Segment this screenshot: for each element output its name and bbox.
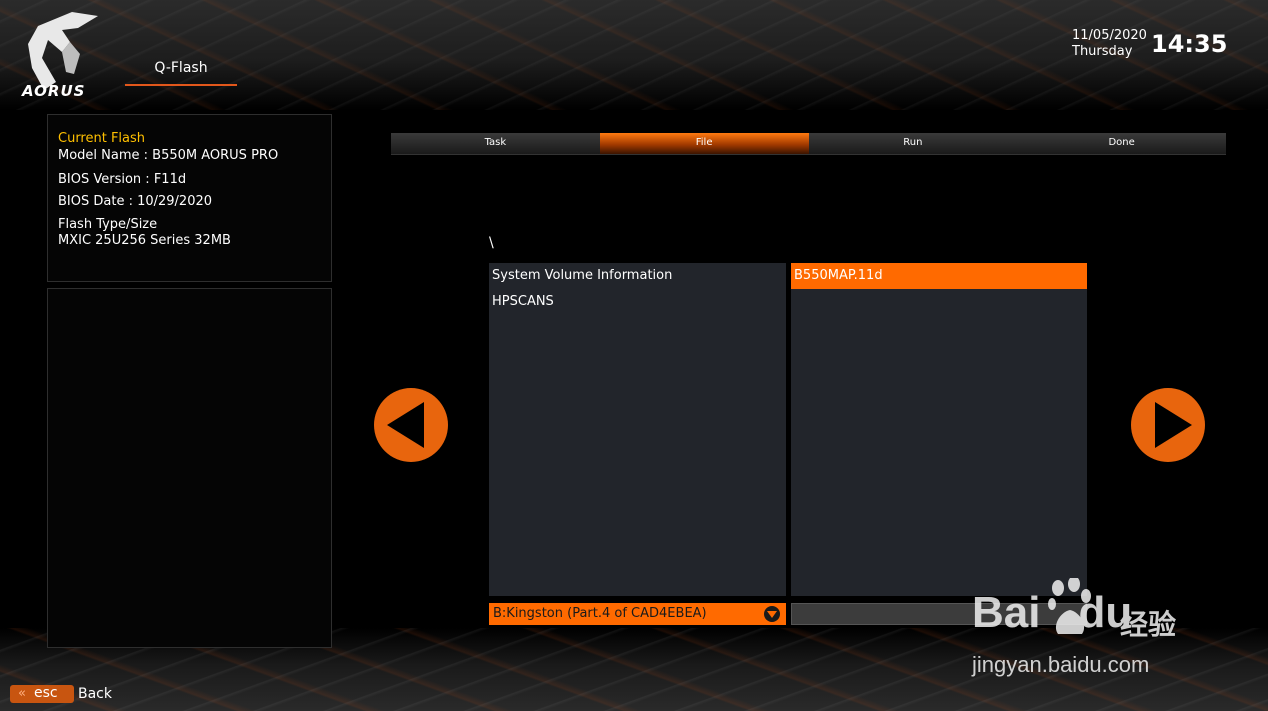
datetime-block: 11/05/2020 Thursday bbox=[1072, 28, 1147, 60]
next-step-button[interactable] bbox=[1131, 388, 1205, 462]
step-task: Task bbox=[391, 133, 600, 154]
file-item-selected[interactable]: B550MAP.11d bbox=[791, 263, 1087, 289]
drive-select[interactable]: B:Kingston (Part.4 of CAD4EBEA) bbox=[489, 603, 786, 625]
dropdown-triangle-icon[interactable] bbox=[764, 606, 780, 622]
current-path: \ bbox=[489, 235, 494, 251]
flash-type-value: MXIC 25U256 Series 32MB bbox=[58, 233, 231, 248]
folder-item[interactable]: System Volume Information bbox=[489, 263, 786, 289]
step-done: Done bbox=[1017, 133, 1226, 154]
current-flash-panel: Current Flash Model Name : B550M AORUS P… bbox=[47, 114, 332, 282]
tab-qflash[interactable]: Q-Flash bbox=[125, 60, 237, 86]
drive-select-value: B:Kingston (Part.4 of CAD4EBEA) bbox=[493, 606, 707, 621]
file-list[interactable]: B550MAP.11d bbox=[791, 263, 1087, 596]
right-triangle-icon bbox=[1155, 402, 1192, 448]
left-triangle-icon bbox=[387, 402, 424, 448]
aorus-logo-text: AORUS bbox=[22, 82, 86, 100]
prev-step-button[interactable] bbox=[374, 388, 448, 462]
folder-item[interactable]: HPSCANS bbox=[489, 289, 786, 315]
current-flash-heading: Current Flash bbox=[58, 131, 146, 146]
date-text: 11/05/2020 bbox=[1072, 28, 1147, 43]
bios-date: BIOS Date : 10/29/2020 bbox=[58, 194, 213, 209]
folder-list[interactable]: System Volume Information HPSCANS bbox=[489, 263, 786, 596]
baidu-paw-icon bbox=[1048, 578, 1091, 634]
watermark-url: jingyan.baidu.com bbox=[972, 652, 1150, 677]
step-file: File bbox=[599, 133, 809, 154]
flash-type-label: Flash Type/Size bbox=[58, 217, 158, 232]
esc-label: esc bbox=[34, 685, 58, 701]
clock-time: 14:35 bbox=[1151, 30, 1228, 58]
double-chevron-left-icon: « bbox=[18, 686, 26, 701]
esc-button[interactable]: « esc bbox=[10, 685, 74, 703]
watermark-cn: 经验 bbox=[1120, 608, 1177, 641]
progress-steps: Task File Run Done bbox=[391, 133, 1226, 155]
back-label: Back bbox=[78, 686, 112, 702]
baidu-watermark: Bai du 经验 jingyan.baidu.com bbox=[972, 578, 1202, 682]
weekday-text: Thursday bbox=[1072, 44, 1133, 59]
step-run: Run bbox=[808, 133, 1018, 154]
secondary-panel bbox=[47, 288, 332, 648]
bios-version: BIOS Version : F11d bbox=[58, 172, 187, 187]
model-name: Model Name : B550M AORUS PRO bbox=[58, 148, 279, 163]
